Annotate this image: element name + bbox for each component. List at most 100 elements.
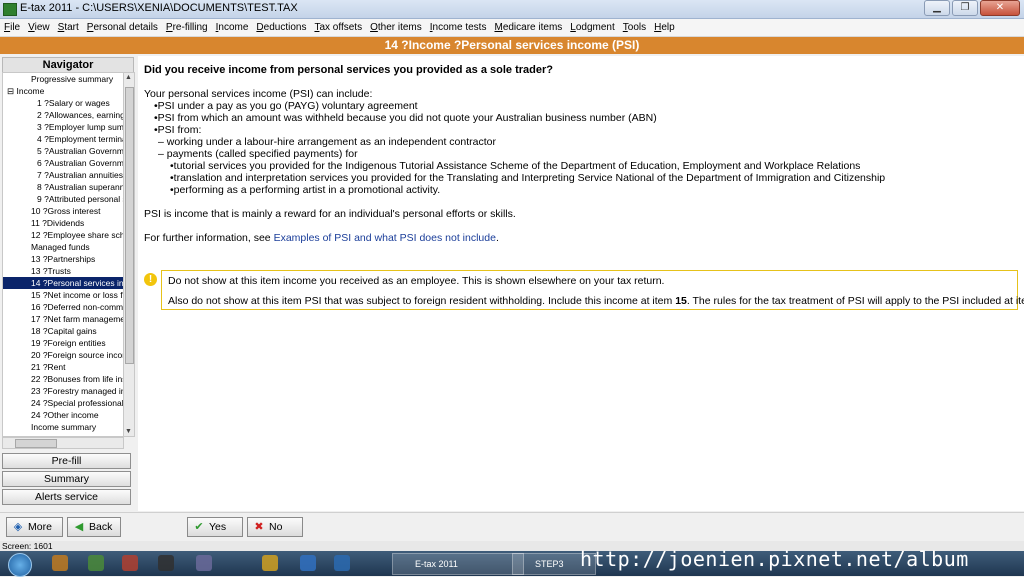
list-item: •PSI from which an amount was withheld b… [154,112,657,124]
navigator-tree: Progressive summary ⊟ Income 1 ?Salary or … [2,72,124,437]
taskbar-app-icon[interactable] [262,555,278,571]
scrollbar-thumb[interactable] [15,439,57,448]
minimize-button[interactable]: ▁ [924,0,950,16]
menu-item[interactable]: Help [650,22,679,33]
tree-item[interactable]: 1 ?Salary or wages [3,97,123,109]
prefill-button[interactable]: Pre-fill [2,453,131,469]
tree-item[interactable]: 14 ?Personal services in [3,277,123,289]
intro-text: Your personal services income (PSI) can … [144,88,373,100]
scroll-down-icon[interactable]: ▼ [125,428,132,435]
taskbar-app-icon[interactable] [88,555,104,571]
button-bar: ◈ More ◀ Back ✔ Yes ✖ No [0,512,1024,541]
more-button[interactable]: ◈ More [6,517,63,537]
tree-item[interactable]: Managed funds [3,241,123,253]
tree-item[interactable]: ⊟ Income [3,85,123,97]
page-title: 14 ?Income ?Personal services income (PS… [0,37,1024,54]
menu-item[interactable]: View [24,22,54,33]
tree-item[interactable]: 11 ?Dividends [3,217,123,229]
no-label: No [269,521,283,533]
alert-text: Also do not show at this item PSI that w… [168,295,676,307]
menu-item[interactable]: Income tests [426,22,491,33]
tree-item[interactable]: 17 ?Net farm managemen [3,313,123,325]
definition-text: PSI is income that is mainly a reward fo… [144,208,516,220]
menu-item[interactable]: Deductions [252,22,310,33]
taskbar-app-icon[interactable] [52,555,68,571]
tree-item[interactable]: 4 ?Employment terminat [3,133,123,145]
navigator-horizontal-scrollbar[interactable] [2,437,124,449]
scroll-up-icon[interactable]: ▲ [125,74,132,81]
window-title: E-tax 2011 - C:\USERS\XENIA\DOCUMENTS\TE… [20,2,298,14]
tree-item[interactable]: 12 ?Employee share sch [3,229,123,241]
taskbar-task-etax[interactable]: E-tax 2011 [392,553,524,575]
question-heading: Did you receive income from personal ser… [144,64,553,76]
tree-item[interactable]: 13 ?Trusts [3,265,123,277]
alert-text: . The rules for the tax treatment of PSI… [686,295,1024,307]
menu-item[interactable]: Other items [366,22,426,33]
further-info-prefix: For further information, see [144,232,274,244]
taskbar-app-icon[interactable] [300,555,316,571]
menu-item[interactable]: File [0,22,24,33]
tree-item[interactable]: 20 ?Foreign source incor [3,349,123,361]
tree-item[interactable]: 16 ?Deferred non-comme [3,301,123,313]
help-text: Your personal services income (PSI) can … [144,88,885,244]
check-icon: ✔ [194,521,204,533]
watermark: http://joenien.pixnet.net/album [580,547,969,571]
tree-item[interactable]: 24 ?Special professional [3,397,123,409]
tree-item[interactable]: 6 ?Australian Governme [3,157,123,169]
tree-item[interactable]: Progressive summary [3,73,123,85]
navigator-title: Navigator [2,57,134,73]
further-info-suffix: . [495,232,499,244]
taskbar-app-icon[interactable] [334,555,350,571]
alerts-service-button[interactable]: Alerts service [2,489,131,505]
list-item: – payments (called specified payments) f… [158,148,358,160]
list-item: •PSI under a pay as you go (PAYG) volunt… [154,100,418,112]
list-item: •PSI from: [154,124,202,136]
title-bar: E-tax 2011 - C:\USERS\XENIA\DOCUMENTS\TE… [0,0,1024,19]
cross-icon: ✖ [254,521,264,533]
tree-item[interactable]: 15 ?Net income or loss fr [3,289,123,301]
no-button[interactable]: ✖ No [247,517,303,537]
alert-box: Do not show at this item income you rece… [161,270,1024,310]
menu-item[interactable]: Medicare items [490,22,566,33]
psi-examples-link[interactable]: Examples of PSI and what PSI does not in… [274,232,496,244]
summary-button[interactable]: Summary [2,471,131,487]
more-label: More [28,521,52,533]
tree-item[interactable]: 24 ?Other income [3,409,123,421]
list-item: •translation and interpretation services… [170,172,886,184]
tree-item[interactable]: 13 ?Partnerships [3,253,123,265]
taskbar-app-icon[interactable] [122,555,138,571]
taskbar-app-icon[interactable] [158,555,174,571]
yes-button[interactable]: ✔ Yes [187,517,243,537]
tree-item[interactable]: 19 ?Foreign entities [3,337,123,349]
close-button[interactable]: ✕ [980,0,1020,16]
tree-item[interactable]: Income summary [3,421,123,433]
list-item: •tutorial services you provided for the … [170,160,861,172]
menu-item[interactable]: Personal details [83,22,162,33]
back-button[interactable]: ◀ Back [67,517,121,537]
menu-item[interactable]: Start [54,22,83,33]
tree-item[interactable]: 21 ?Rent [3,361,123,373]
start-button-icon[interactable] [8,553,32,577]
tree-item[interactable]: 5 ?Australian Governme [3,145,123,157]
navigator-vertical-scrollbar[interactable]: ▲ ▼ [123,72,135,437]
scrollbar-thumb[interactable] [125,87,134,364]
tree-item[interactable]: 18 ?Capital gains [3,325,123,337]
tree-item[interactable]: 3 ?Employer lump sum p [3,121,123,133]
more-icon: ◈ [13,521,23,533]
tree-item[interactable]: 9 ?Attributed personal s [3,193,123,205]
tree-item[interactable]: 2 ?Allowances, earnings [3,109,123,121]
alert-line-1: Do not show at this item income you rece… [168,275,665,287]
menu-item[interactable]: Tax offsets [310,22,366,33]
tree-item[interactable]: 10 ?Gross interest [3,205,123,217]
taskbar-app-icon[interactable] [196,555,212,571]
app-icon [3,3,17,16]
tree-item[interactable]: 8 ?Australian superann [3,181,123,193]
restore-button[interactable]: ❐ [952,0,978,16]
menu-item[interactable]: Lodgment [566,22,618,33]
menu-item[interactable]: Pre-filling [162,22,212,33]
tree-item[interactable]: 22 ?Bonuses from life ins [3,373,123,385]
menu-item[interactable]: Tools [619,22,650,33]
tree-item[interactable]: 23 ?Forestry managed in [3,385,123,397]
tree-item[interactable]: 7 ?Australian annuities [3,169,123,181]
menu-item[interactable]: Income [212,22,253,33]
